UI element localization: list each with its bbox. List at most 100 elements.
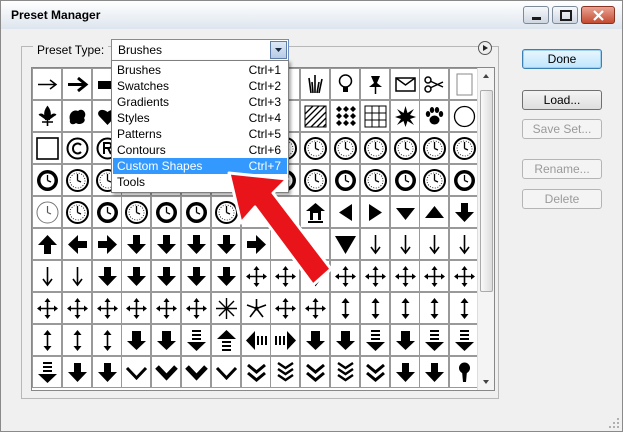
minimize-button[interactable] (523, 6, 549, 24)
shape-cell[interactable] (449, 164, 480, 196)
shape-cell[interactable] (91, 292, 122, 324)
shape-cell[interactable] (151, 196, 182, 228)
shape-cell[interactable] (270, 324, 301, 356)
shape-cell[interactable] (32, 260, 62, 292)
shape-cell[interactable] (32, 68, 62, 100)
shape-cell[interactable] (359, 68, 390, 100)
shape-cell[interactable] (240, 228, 271, 260)
shape-cell[interactable] (270, 228, 301, 260)
dropdown-item-custom-shapes[interactable]: Custom Shapes Ctrl+7 (113, 158, 287, 174)
shape-cell[interactable] (300, 100, 331, 132)
close-button[interactable] (581, 6, 615, 24)
shape-cell[interactable] (359, 260, 390, 292)
shape-cell[interactable] (91, 196, 122, 228)
shape-cell[interactable] (389, 260, 420, 292)
dropdown-item-tools[interactable]: Tools Ctrl+8 (113, 174, 287, 190)
scroll-up-button[interactable] (478, 68, 494, 84)
shape-cell[interactable] (240, 196, 271, 228)
shape-cell[interactable] (419, 228, 450, 260)
shape-cell[interactable] (32, 292, 62, 324)
shape-cell[interactable] (330, 68, 360, 100)
shape-cell[interactable] (419, 100, 450, 132)
maximize-button[interactable] (552, 6, 578, 24)
shape-cell[interactable] (389, 292, 420, 324)
shape-cell[interactable] (181, 196, 211, 228)
shape-cell[interactable] (330, 324, 360, 356)
shape-cell[interactable] (151, 292, 182, 324)
shape-cell[interactable] (181, 260, 211, 292)
shape-cell[interactable] (359, 100, 390, 132)
shape-cell[interactable] (240, 260, 271, 292)
shape-cell[interactable] (449, 196, 480, 228)
shape-cell[interactable] (240, 324, 271, 356)
shape-cell[interactable] (300, 68, 331, 100)
shape-cell[interactable] (449, 132, 480, 164)
shape-cell[interactable] (151, 228, 182, 260)
shape-cell[interactable] (270, 260, 301, 292)
shape-cell[interactable] (32, 228, 62, 260)
title-bar[interactable]: Preset Manager (1, 1, 622, 29)
scroll-down-button[interactable] (478, 374, 494, 390)
shape-cell[interactable] (181, 228, 211, 260)
dropdown-item-styles[interactable]: Styles Ctrl+4 (113, 110, 287, 126)
shape-cell[interactable] (61, 228, 92, 260)
shape-cell[interactable] (61, 164, 92, 196)
shape-cell[interactable] (449, 100, 480, 132)
shape-cell[interactable] (419, 132, 450, 164)
preset-type-dropdown-button[interactable] (270, 41, 287, 59)
shape-cell[interactable] (300, 228, 331, 260)
shape-cell[interactable] (389, 164, 420, 196)
shape-cell[interactable] (389, 68, 420, 100)
shape-cell[interactable] (300, 356, 331, 388)
shape-cell[interactable] (61, 356, 92, 388)
shape-cell[interactable] (449, 324, 480, 356)
shape-cell[interactable] (449, 68, 480, 100)
shape-cell[interactable] (330, 196, 360, 228)
shape-cell[interactable] (61, 260, 92, 292)
dropdown-item-brushes[interactable]: Brushes Ctrl+1 (113, 62, 287, 78)
shape-cell[interactable] (449, 228, 480, 260)
scroll-thumb[interactable] (480, 90, 493, 292)
shape-cell[interactable] (330, 100, 360, 132)
shape-cell[interactable] (121, 196, 152, 228)
save-set-button[interactable]: Save Set... (522, 119, 602, 139)
shape-cell[interactable] (300, 292, 331, 324)
shape-cell[interactable] (32, 324, 62, 356)
shape-cell[interactable] (61, 68, 92, 100)
shape-cell[interactable] (389, 356, 420, 388)
shape-cell[interactable] (121, 356, 152, 388)
shape-cell[interactable] (32, 356, 62, 388)
shape-cell[interactable] (121, 292, 152, 324)
shape-cell[interactable] (181, 324, 211, 356)
shape-cell[interactable] (300, 164, 331, 196)
shape-cell[interactable] (300, 260, 331, 292)
shape-cell[interactable] (151, 260, 182, 292)
shape-cell[interactable] (121, 324, 152, 356)
shape-cell[interactable] (61, 292, 92, 324)
shape-cell[interactable] (121, 228, 152, 260)
shape-cell[interactable] (61, 132, 92, 164)
shape-cell[interactable] (91, 356, 122, 388)
shape-cell[interactable] (359, 196, 390, 228)
shape-cell[interactable] (61, 324, 92, 356)
delete-button[interactable]: Delete (522, 189, 602, 209)
shape-cell[interactable] (419, 196, 450, 228)
shape-cell[interactable] (359, 228, 390, 260)
shape-cell[interactable] (359, 132, 390, 164)
shape-cell[interactable] (330, 132, 360, 164)
shape-cell[interactable] (210, 260, 241, 292)
shape-cell[interactable] (270, 292, 301, 324)
shape-cell[interactable] (389, 132, 420, 164)
shape-cell[interactable] (61, 196, 92, 228)
shape-cell[interactable] (32, 132, 62, 164)
shape-cell[interactable] (270, 356, 301, 388)
shape-cell[interactable] (300, 196, 331, 228)
load-button[interactable]: Load... (522, 90, 602, 110)
shape-cell[interactable] (330, 228, 360, 260)
shape-cell[interactable] (419, 292, 450, 324)
done-button[interactable]: Done (522, 49, 602, 69)
shape-cell[interactable] (91, 324, 122, 356)
shape-cell[interactable] (61, 100, 92, 132)
preset-type-select[interactable]: Brushes (111, 39, 289, 61)
shape-cell[interactable] (449, 292, 480, 324)
